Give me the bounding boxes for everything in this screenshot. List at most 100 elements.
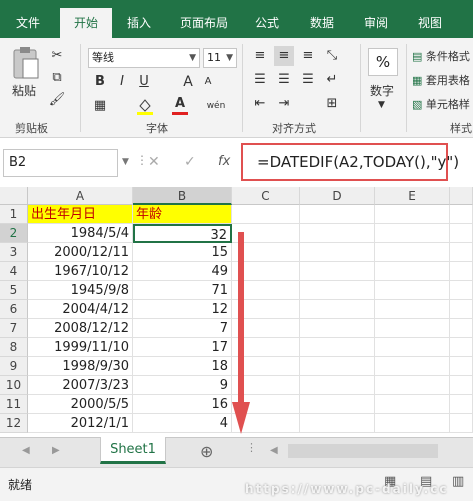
scroll-right-icon[interactable]: ▶ xyxy=(52,445,60,456)
phonetic-button[interactable]: wén xyxy=(206,96,226,116)
cell-e[interactable] xyxy=(375,338,450,357)
name-box-dropdown-icon[interactable]: ▼ xyxy=(122,157,129,167)
cell-f[interactable] xyxy=(450,319,473,338)
confirm-icon[interactable]: ✓ xyxy=(184,154,196,170)
cell-a[interactable]: 1945/9/8 xyxy=(28,281,133,300)
cancel-icon[interactable]: ✕ xyxy=(148,154,160,170)
cell-a[interactable]: 2004/4/12 xyxy=(28,300,133,319)
cell-e[interactable] xyxy=(375,205,450,224)
cell-b[interactable]: 年龄 xyxy=(133,205,232,224)
increase-indent-icon[interactable]: ⇥ xyxy=(274,94,294,114)
cell-c[interactable] xyxy=(232,205,300,224)
fill-color-icon[interactable] xyxy=(135,96,155,116)
cell-f[interactable] xyxy=(450,300,473,319)
cell-e[interactable] xyxy=(375,262,450,281)
align-top-icon[interactable]: ≡ xyxy=(250,46,270,66)
row-header[interactable]: 3 xyxy=(0,243,28,262)
horizontal-scrollbar[interactable] xyxy=(288,444,438,458)
cell-a[interactable]: 2012/1/1 xyxy=(28,414,133,433)
cell-d[interactable] xyxy=(300,338,375,357)
cell-a[interactable]: 1998/9/30 xyxy=(28,357,133,376)
merge-center-icon[interactable]: ⊞ xyxy=(322,94,342,114)
conditional-format-button[interactable]: ▤ 条件格式 xyxy=(412,48,473,64)
column-header-c[interactable]: C xyxy=(232,187,300,205)
cell-a[interactable]: 2000/12/11 xyxy=(28,243,133,262)
row-header[interactable]: 8 xyxy=(0,338,28,357)
align-bottom-icon[interactable]: ≡ xyxy=(298,46,318,66)
cell-b[interactable]: 9 xyxy=(133,376,232,395)
bold-button[interactable]: B xyxy=(90,72,110,92)
number-group-label[interactable]: 数字 xyxy=(370,82,394,99)
scroll-left-icon[interactable]: ◀ xyxy=(22,445,30,456)
cell-d[interactable] xyxy=(300,319,375,338)
row-header[interactable]: 7 xyxy=(0,319,28,338)
column-header-a[interactable]: A xyxy=(28,187,133,205)
cell-d[interactable] xyxy=(300,281,375,300)
chevron-down-icon[interactable]: ▼ xyxy=(378,100,385,110)
cell-e[interactable] xyxy=(375,376,450,395)
cell-f[interactable] xyxy=(450,243,473,262)
cell-f[interactable] xyxy=(450,395,473,414)
row-header[interactable]: 2 xyxy=(0,224,28,243)
row-header[interactable]: 10 xyxy=(0,376,28,395)
tab-insert[interactable]: 插入 xyxy=(118,10,160,38)
italic-button[interactable]: I xyxy=(112,72,132,92)
percent-format-button[interactable]: % xyxy=(368,48,398,76)
row-header[interactable]: 1 xyxy=(0,205,28,224)
cell-e[interactable] xyxy=(375,357,450,376)
cell-b[interactable]: 16 xyxy=(133,395,232,414)
copy-icon[interactable]: ⧉ xyxy=(47,68,67,88)
format-painter-icon[interactable]: 🖌 xyxy=(47,90,67,110)
cell-d[interactable] xyxy=(300,395,375,414)
cell-b[interactable]: 7 xyxy=(133,319,232,338)
cell-f[interactable] xyxy=(450,357,473,376)
name-box[interactable]: B2 xyxy=(3,149,118,177)
sheet-tab-sheet1[interactable]: Sheet1 xyxy=(100,437,166,464)
cell-f[interactable] xyxy=(450,224,473,243)
cell-d[interactable] xyxy=(300,243,375,262)
cell-a[interactable]: 1967/10/12 xyxy=(28,262,133,281)
cell-a[interactable]: 2008/12/12 xyxy=(28,319,133,338)
cell-a[interactable]: 2000/5/5 xyxy=(28,395,133,414)
align-center-icon[interactable]: ☰ xyxy=(274,70,294,90)
font-name-combo[interactable]: 等线 ▼ xyxy=(88,48,200,68)
cell-f[interactable] xyxy=(450,376,473,395)
insert-function-icon[interactable]: fx xyxy=(218,154,230,169)
cell-d[interactable] xyxy=(300,414,375,433)
row-header[interactable]: 9 xyxy=(0,357,28,376)
hscroll-left-icon[interactable]: ◀ xyxy=(270,445,278,456)
column-header-b[interactable]: B xyxy=(133,187,232,205)
cell-d[interactable] xyxy=(300,224,375,243)
cell-f[interactable] xyxy=(450,338,473,357)
cell-e[interactable] xyxy=(375,300,450,319)
cell-d[interactable] xyxy=(300,357,375,376)
column-header-e[interactable]: E xyxy=(375,187,450,205)
font-size-combo[interactable]: 11 ▼ xyxy=(203,48,237,68)
tab-formulas[interactable]: 公式 xyxy=(248,10,286,38)
tab-page-layout[interactable]: 页面布局 xyxy=(172,10,236,38)
cell-a[interactable]: 出生年月日 xyxy=(28,205,133,224)
cell-f[interactable] xyxy=(450,281,473,300)
cut-icon[interactable]: ✂ xyxy=(47,46,67,66)
cell-d[interactable] xyxy=(300,205,375,224)
cell-a[interactable]: 2007/3/23 xyxy=(28,376,133,395)
cell-d[interactable] xyxy=(300,376,375,395)
tab-home[interactable]: 开始 xyxy=(60,8,112,38)
cell-e[interactable] xyxy=(375,414,450,433)
row-header[interactable]: 12 xyxy=(0,414,28,433)
wrap-text-icon[interactable]: ↵ xyxy=(322,70,342,90)
grow-font-button[interactable]: A xyxy=(178,72,198,92)
cell-e[interactable] xyxy=(375,281,450,300)
row-header[interactable]: 11 xyxy=(0,395,28,414)
cell-e[interactable] xyxy=(375,224,450,243)
select-all-corner[interactable] xyxy=(0,187,28,205)
cell-e[interactable] xyxy=(375,243,450,262)
font-color-button[interactable]: A xyxy=(170,94,190,114)
align-left-icon[interactable]: ☰ xyxy=(250,70,270,90)
cell-f[interactable] xyxy=(450,205,473,224)
shrink-font-button[interactable]: A xyxy=(198,72,218,92)
cell-e[interactable] xyxy=(375,319,450,338)
tab-file[interactable]: 文件 xyxy=(4,10,52,38)
cell-a[interactable]: 1984/5/4 xyxy=(28,224,133,243)
align-right-icon[interactable]: ☰ xyxy=(298,70,318,90)
